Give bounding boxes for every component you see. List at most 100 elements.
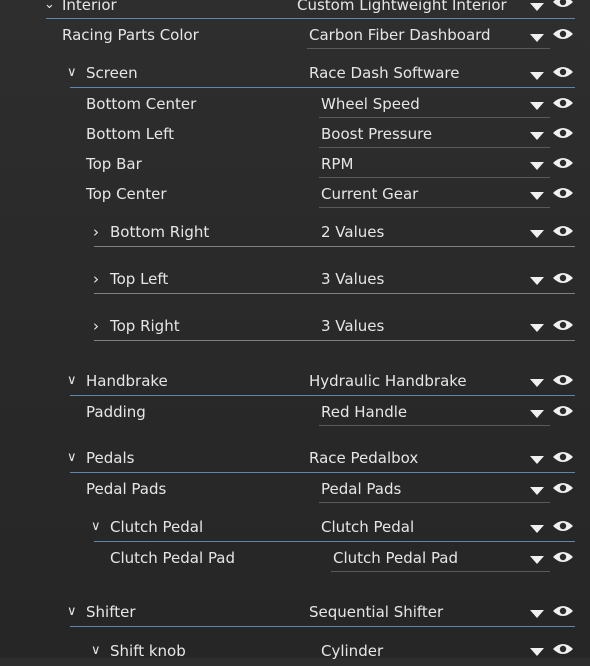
value-underline [319,117,550,118]
eye-icon[interactable] [552,318,574,332]
property-row-racing-parts-color[interactable]: Racing Parts Color Carbon Fiber Dashboar… [0,20,590,50]
property-label: Bottom Center [86,95,197,113]
value-underline [319,147,550,148]
property-value[interactable]: 3 Values [321,311,384,341]
property-label: Shifter [86,603,136,621]
property-value[interactable]: Custom Lightweight Interior [297,0,507,20]
caret-down-icon[interactable] [530,72,544,80]
eye-icon[interactable] [552,0,574,9]
chevron-right-icon[interactable]: › [93,264,99,294]
property-row-bottom-left[interactable]: Bottom Left Boost Pressure [0,119,590,149]
caret-down-icon[interactable] [530,525,544,533]
property-row-top-bar[interactable]: Top Bar RPM [0,149,590,179]
caret-down-icon[interactable] [530,132,544,140]
property-label: Clutch Pedal Pad [110,549,236,567]
property-row-padding[interactable]: Padding Red Handle [0,397,590,427]
eye-icon[interactable] [552,642,574,656]
property-row-handbrake[interactable]: ∨ Handbrake Hydraulic Handbrake [0,366,590,396]
value-underline [319,177,550,178]
property-label: Top Bar [86,155,142,173]
property-value[interactable]: 2 Values [321,217,384,247]
caret-down-icon[interactable] [530,324,544,332]
property-value[interactable]: Carbon Fiber Dashboard [309,20,491,50]
property-value[interactable]: Boost Pressure [321,119,432,149]
row-divider [94,340,575,341]
property-row-shifter[interactable]: ∨ Shifter Sequential Shifter [0,597,590,627]
property-row-pedals[interactable]: ∨ Pedals Race Pedalbox [0,443,590,473]
caret-down-icon[interactable] [530,34,544,42]
eye-icon[interactable] [552,404,574,418]
caret-down-icon[interactable] [530,192,544,200]
property-label: Top Left [110,270,169,288]
chevron-down-icon[interactable]: ∨ [91,636,101,666]
caret-down-icon[interactable] [530,410,544,418]
caret-down-icon[interactable] [530,3,544,11]
eye-icon[interactable] [552,450,574,464]
property-row-clutch-pedal-pad[interactable]: Clutch Pedal Pad Clutch Pedal Pad [0,543,590,573]
eye-icon[interactable] [552,96,574,110]
eye-icon[interactable] [552,373,574,387]
property-value[interactable]: Hydraulic Handbrake [309,366,467,396]
chevron-down-icon[interactable]: ∨ [67,443,77,473]
eye-icon[interactable] [552,224,574,238]
caret-down-icon[interactable] [530,277,544,285]
property-value[interactable]: 3 Values [321,264,384,294]
row-divider [46,18,575,19]
property-row-top-right[interactable]: › Top Right 3 Values [0,311,590,341]
caret-down-icon[interactable] [530,379,544,387]
property-row-top-center[interactable]: Top Center Current Gear [0,179,590,209]
caret-down-icon[interactable] [530,102,544,110]
property-value[interactable]: Race Dash Software [309,58,459,88]
property-row-interior[interactable]: ⌄ Interior Custom Lightweight Interior [0,0,590,20]
property-row-top-left[interactable]: › Top Left 3 Values [0,264,590,294]
property-value[interactable]: Cylinder [321,636,383,666]
property-label: Bottom Right [110,223,210,241]
caret-down-icon[interactable] [530,556,544,564]
chevron-down-icon[interactable]: ∨ [67,58,77,88]
caret-down-icon[interactable] [530,162,544,170]
property-value[interactable]: Pedal Pads [321,474,401,504]
eye-icon[interactable] [552,27,574,41]
eye-icon[interactable] [552,65,574,79]
property-row-screen[interactable]: ∨ Screen Race Dash Software [0,58,590,88]
property-row-bottom-right[interactable]: › Bottom Right 2 Values [0,217,590,247]
value-underline [307,48,550,49]
eye-icon[interactable] [552,271,574,285]
property-value[interactable]: Current Gear [321,179,418,209]
eye-icon[interactable] [552,550,574,564]
value-underline [331,571,550,572]
property-value[interactable]: Wheel Speed [321,89,420,119]
eye-icon[interactable] [552,126,574,140]
caret-down-icon[interactable] [530,610,544,618]
property-value[interactable]: RPM [321,149,353,179]
eye-icon[interactable] [552,156,574,170]
property-row-bottom-center[interactable]: Bottom Center Wheel Speed [0,89,590,119]
eye-icon[interactable] [552,186,574,200]
chevron-right-icon[interactable]: › [93,311,99,341]
property-value[interactable]: Red Handle [321,397,407,427]
chevron-down-icon[interactable]: ∨ [67,597,77,627]
property-label: Pedals [86,449,135,467]
eye-icon[interactable] [552,481,574,495]
property-label: Handbrake [86,372,168,390]
property-row-clutch-pedal[interactable]: ∨ Clutch Pedal Clutch Pedal [0,512,590,542]
eye-icon[interactable] [552,519,574,533]
value-underline [319,502,550,503]
eye-icon[interactable] [552,604,574,618]
chevron-down-icon[interactable]: ∨ [91,512,101,542]
chevron-right-icon[interactable]: › [93,217,99,247]
caret-down-icon[interactable] [530,487,544,495]
property-row-pedal-pads[interactable]: Pedal Pads Pedal Pads [0,474,590,504]
row-divider [70,626,575,627]
chevron-down-icon[interactable]: ∨ [67,366,77,396]
caret-down-icon[interactable] [530,648,544,656]
caret-down-icon[interactable] [530,230,544,238]
property-value[interactable]: Clutch Pedal [321,512,414,542]
property-value[interactable]: Sequential Shifter [309,597,443,627]
property-value[interactable]: Race Pedalbox [309,443,418,473]
chevron-down-icon[interactable]: ⌄ [44,0,55,20]
property-row-shift-knob[interactable]: ∨ Shift knob Cylinder [0,636,590,666]
property-label: Shift knob [110,642,186,660]
caret-down-icon[interactable] [530,456,544,464]
property-value[interactable]: Clutch Pedal Pad [333,543,458,573]
